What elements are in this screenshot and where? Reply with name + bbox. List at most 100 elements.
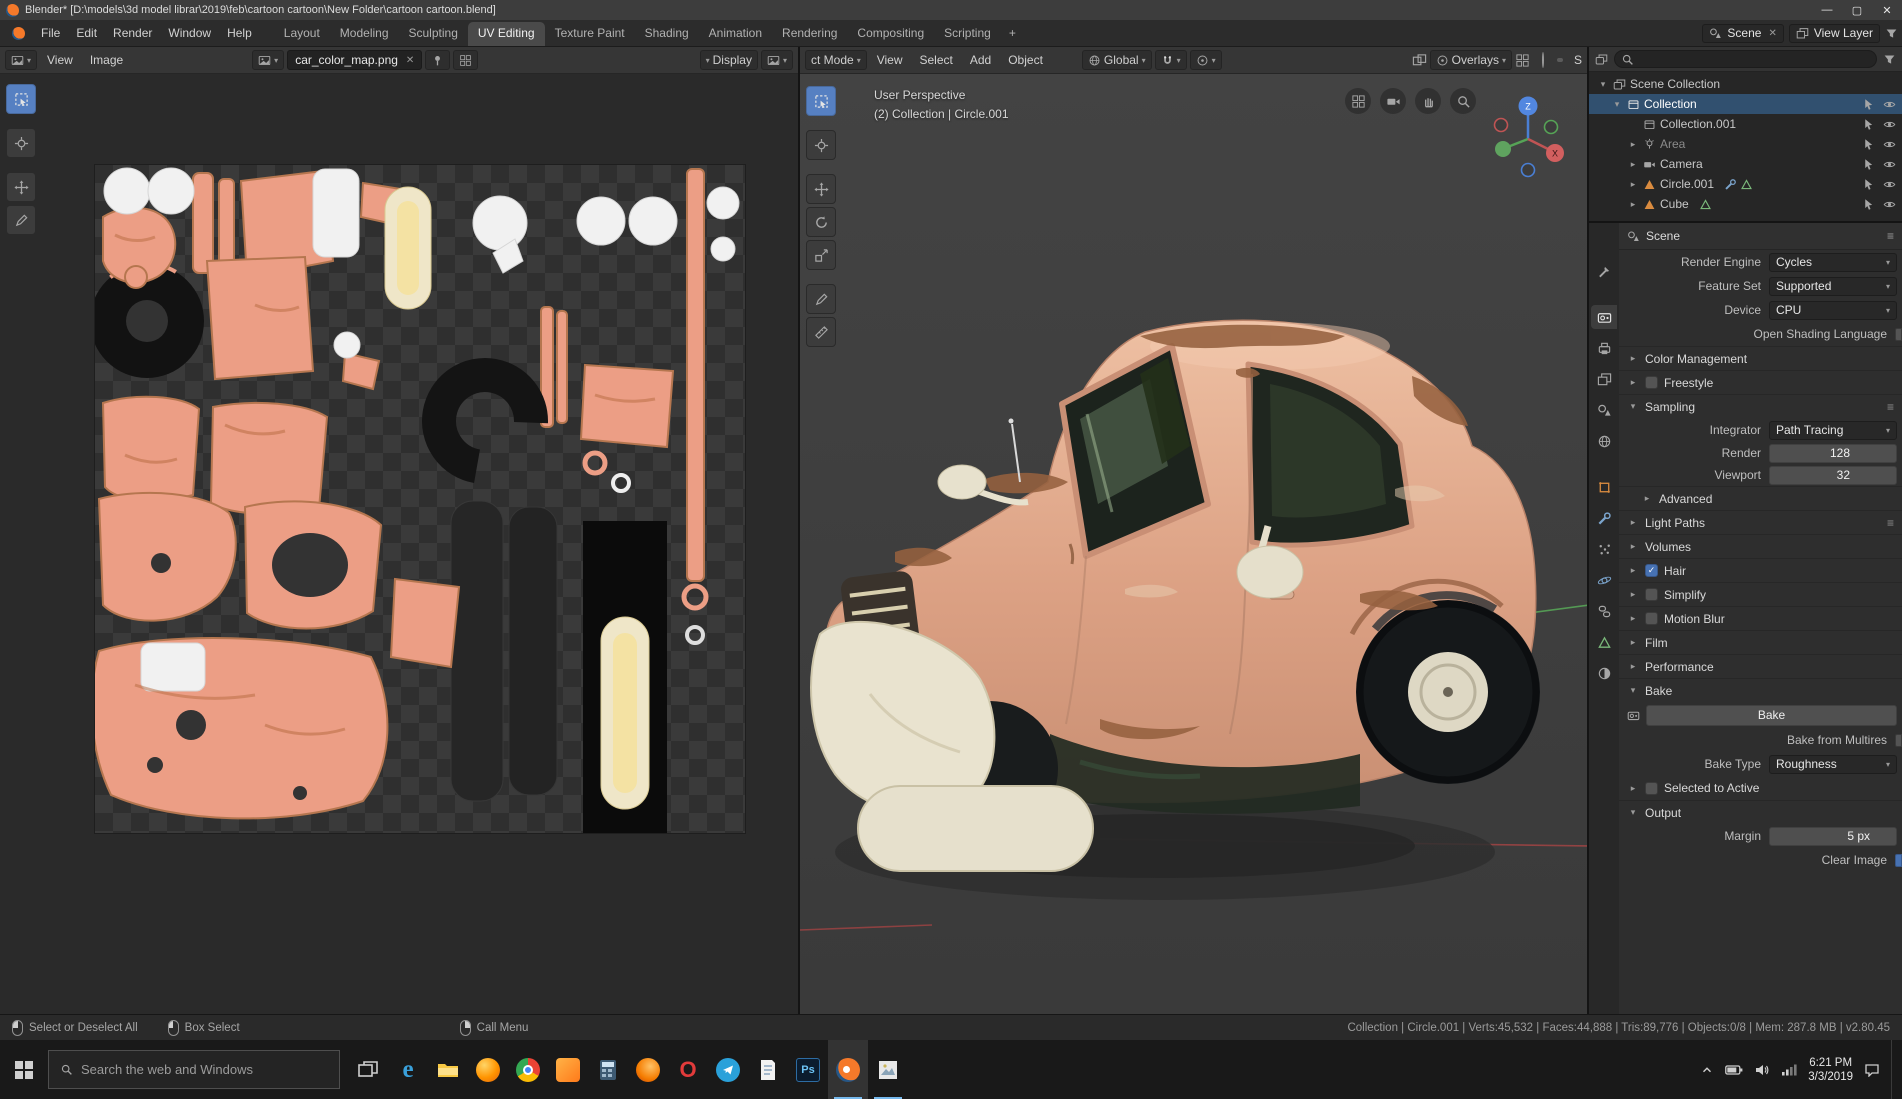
panel-simplify[interactable]: ▸ Simplify — [1619, 582, 1902, 606]
hide-eye-icon[interactable] — [1883, 138, 1896, 151]
workspace-tab-compositing[interactable]: Compositing — [847, 22, 934, 46]
expand-icon[interactable]: ▸ — [1627, 199, 1639, 210]
unlink-scene-icon[interactable]: ✕ — [1766, 28, 1776, 39]
panel-volumes[interactable]: ▸ Volumes — [1619, 534, 1902, 558]
transform-orientation-dropdown[interactable]: Global ▾ — [1081, 50, 1152, 70]
network-icon[interactable] — [1781, 1063, 1797, 1076]
close-button[interactable]: ✕ — [1872, 0, 1902, 20]
uv-texture-image[interactable] — [94, 164, 746, 834]
selectable-icon[interactable] — [1862, 118, 1875, 131]
taskbar-photoshop[interactable]: Ps — [788, 1040, 828, 1099]
show-desktop-button[interactable] — [1891, 1040, 1896, 1099]
volume-icon[interactable] — [1754, 1063, 1770, 1077]
uv-menu-view[interactable]: View — [40, 47, 80, 73]
selectable-icon[interactable] — [1862, 198, 1875, 211]
hide-eye-icon[interactable] — [1883, 98, 1896, 111]
shading-material-button[interactable] — [1556, 58, 1563, 62]
hide-eye-icon[interactable] — [1883, 198, 1896, 211]
selectable-icon[interactable] — [1862, 138, 1875, 151]
uv-canvas-area[interactable] — [0, 74, 798, 1014]
panel-film[interactable]: ▸ Film — [1619, 630, 1902, 654]
workspace-tab-modeling[interactable]: Modeling — [330, 22, 399, 46]
bake-from-multires-checkbox[interactable] — [1895, 733, 1902, 747]
image-pack-button[interactable] — [453, 50, 479, 70]
taskbar-chrome[interactable] — [508, 1040, 548, 1099]
integrator-select[interactable]: Path Tracing ▾ — [1769, 420, 1897, 440]
panel-motion-blur[interactable]: ▸ Motion Blur — [1619, 606, 1902, 630]
navigation-gizmo[interactable]: Z X — [1485, 94, 1571, 180]
taskbar-edge[interactable]: e — [388, 1040, 428, 1099]
menu-render[interactable]: Render — [105, 20, 160, 46]
pin-image-button[interactable] — [425, 50, 451, 70]
hide-eye-icon[interactable] — [1883, 158, 1896, 171]
panel-performance[interactable]: ▸ Performance — [1619, 654, 1902, 678]
outliner-item-camera[interactable]: ▸ Camera — [1589, 154, 1902, 174]
gizmos-toggle-icon[interactable] — [1515, 53, 1530, 68]
menu-window[interactable]: Window — [160, 20, 219, 46]
uv-menu-image[interactable]: Image — [83, 47, 130, 73]
bake-type-select[interactable]: Roughness ▾ — [1769, 754, 1897, 774]
tab-render[interactable] — [1591, 305, 1617, 329]
measure-tool[interactable] — [806, 317, 836, 347]
editor-type-selector[interactable]: ▾ — [5, 50, 38, 70]
image-settings-dropdown[interactable]: ▾ — [760, 50, 793, 70]
workspace-tab-texture-paint[interactable]: Texture Paint — [545, 22, 635, 46]
selected-to-active-checkbox[interactable] — [1645, 781, 1658, 795]
taskbar-opera[interactable]: O — [668, 1040, 708, 1099]
add-workspace-button[interactable]: + — [1001, 22, 1024, 46]
tab-particles[interactable] — [1591, 537, 1617, 561]
action-center-icon[interactable] — [1864, 1063, 1880, 1077]
annotate-tool[interactable] — [806, 284, 836, 314]
start-button[interactable] — [0, 1040, 48, 1099]
taskbar-file-explorer[interactable] — [428, 1040, 468, 1099]
selectable-icon[interactable] — [1862, 178, 1875, 191]
tab-view-layer[interactable] — [1591, 367, 1617, 391]
outliner-filter-icon[interactable] — [1883, 53, 1896, 66]
taskbar-search-box[interactable]: Search the web and Windows — [48, 1050, 340, 1089]
panel-light-paths[interactable]: ▸ Light Paths ≡ — [1619, 510, 1902, 534]
outliner-item-scene-collection[interactable]: ▾ Scene Collection — [1589, 74, 1902, 94]
proportional-editing-dropdown[interactable]: ▾ — [1189, 50, 1222, 70]
outliner-editor-icon[interactable] — [1595, 53, 1608, 66]
workspace-tab-sculpting[interactable]: Sculpting — [399, 22, 468, 46]
view3d-menu-add[interactable]: Add — [963, 47, 998, 73]
workspace-tab-animation[interactable]: Animation — [699, 22, 772, 46]
task-view-button[interactable] — [348, 1040, 388, 1099]
shading-wireframe-button[interactable] — [1539, 51, 1547, 69]
expand-icon[interactable]: ▾ — [1611, 99, 1623, 110]
tab-modifiers[interactable] — [1591, 506, 1617, 530]
outliner-item-collection[interactable]: ▾ Collection — [1589, 94, 1902, 114]
mode-dropdown[interactable]: ct Mode ▾ — [805, 50, 867, 70]
uv-cursor-tool[interactable] — [6, 128, 36, 158]
bake-button[interactable]: Bake — [1646, 704, 1897, 726]
osl-checkbox[interactable] — [1895, 327, 1902, 341]
perspective-toggle-button[interactable] — [1345, 88, 1371, 114]
margin-field[interactable]: 5 px — [1769, 826, 1897, 846]
panel-color-management[interactable]: ▸ Color Management — [1619, 346, 1902, 370]
pan-view-button[interactable] — [1415, 88, 1441, 114]
uv-annotate-tool[interactable] — [6, 205, 36, 235]
tab-material[interactable] — [1591, 661, 1617, 685]
panel-advanced[interactable]: ▸ Advanced — [1619, 486, 1902, 510]
tab-constraints[interactable] — [1591, 599, 1617, 623]
view3d-menu-select[interactable]: Select — [913, 47, 960, 73]
maximize-button[interactable]: ▢ — [1842, 0, 1872, 20]
viewport-canvas[interactable]: User Perspective (2) Collection | Circle… — [800, 74, 1587, 1014]
taskbar-firefox-dev[interactable] — [628, 1040, 668, 1099]
hide-eye-icon[interactable] — [1883, 118, 1896, 131]
simplify-checkbox[interactable] — [1645, 588, 1658, 601]
move-tool[interactable] — [806, 174, 836, 204]
rotate-tool[interactable] — [806, 207, 836, 237]
panel-hair[interactable]: ▸ ✓ Hair — [1619, 558, 1902, 582]
panel-freestyle[interactable]: ▸ Freestyle — [1619, 370, 1902, 394]
render-engine-select[interactable]: Cycles ▾ — [1769, 252, 1897, 272]
hair-checkbox[interactable]: ✓ — [1645, 564, 1658, 577]
tab-physics[interactable] — [1591, 568, 1617, 592]
camera-view-button[interactable] — [1380, 88, 1406, 114]
view3d-menu-view[interactable]: View — [870, 47, 910, 73]
image-name-field[interactable]: car_color_map.png ✕ — [287, 50, 423, 70]
taskbar-photos[interactable] — [868, 1040, 908, 1099]
workspace-tab-uv-editing[interactable]: UV Editing — [467, 22, 545, 46]
taskbar-clock[interactable]: 6:21 PM 3/3/2019 — [1808, 1056, 1853, 1084]
scene-selector[interactable]: Scene ✕ — [1702, 23, 1784, 43]
